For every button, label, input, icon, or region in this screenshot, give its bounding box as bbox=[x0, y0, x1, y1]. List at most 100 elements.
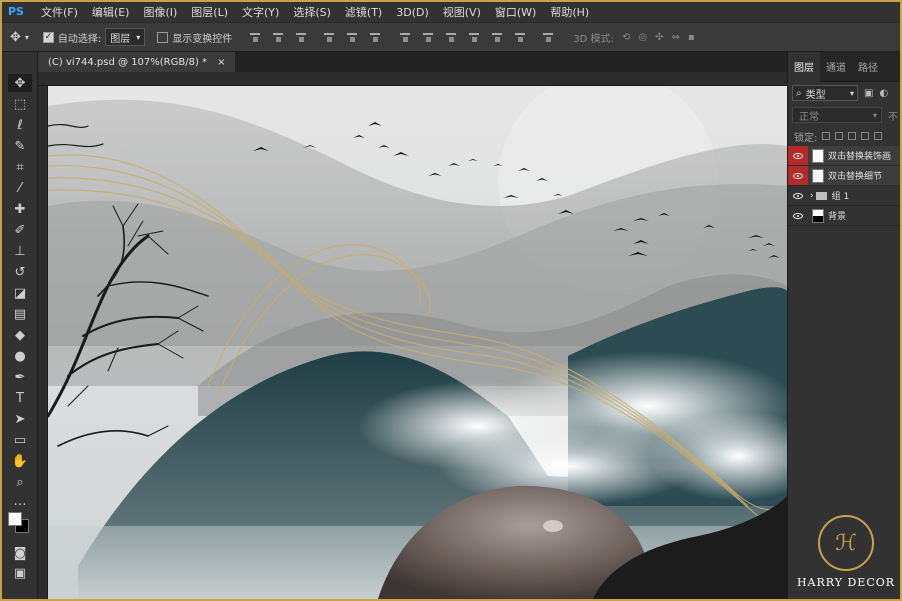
roll-3d-icon[interactable]: ◎ bbox=[638, 32, 647, 43]
layer-row[interactable]: › 组 1 bbox=[788, 186, 900, 206]
healing-brush-tool-icon[interactable]: ✚ bbox=[8, 200, 32, 218]
align-bottom-icon[interactable] bbox=[294, 31, 308, 43]
align-left-icon[interactable] bbox=[322, 31, 336, 43]
align-vcenter-icon[interactable] bbox=[271, 31, 285, 43]
auto-select-dropdown[interactable]: 图层 ▾ bbox=[105, 28, 146, 46]
visibility-toggle[interactable] bbox=[788, 166, 808, 185]
lock-row: 锁定: bbox=[788, 126, 900, 146]
show-transform-checkbox[interactable] bbox=[157, 31, 169, 43]
blend-mode-dropdown[interactable]: 正常 ▾ bbox=[792, 107, 882, 123]
lasso-tool-icon[interactable]: ℓ bbox=[8, 116, 32, 134]
layer-row[interactable]: 双击替换细节 bbox=[788, 166, 900, 186]
rectangle-tool-icon[interactable]: ▭ bbox=[8, 431, 32, 449]
align-top-icon[interactable] bbox=[248, 31, 262, 43]
folder-icon bbox=[815, 191, 827, 200]
search-icon: ⌕ bbox=[796, 87, 802, 99]
menu-edit[interactable]: 编辑(E) bbox=[85, 4, 137, 20]
orbit-3d-icon[interactable]: ⟲ bbox=[622, 32, 630, 43]
lock-all-icon[interactable] bbox=[874, 132, 883, 140]
menu-file[interactable]: 文件(F) bbox=[34, 4, 85, 20]
chevron-right-icon[interactable]: › bbox=[810, 191, 814, 201]
adjustment-filter-icon[interactable]: ◐ bbox=[879, 88, 888, 99]
screen-mode-icon[interactable]: ▣ bbox=[8, 564, 32, 582]
menu-window[interactable]: 窗口(W) bbox=[488, 4, 543, 20]
eye-icon bbox=[793, 172, 803, 179]
menu-type[interactable]: 文字(Y) bbox=[235, 4, 286, 20]
visibility-toggle[interactable] bbox=[788, 206, 808, 225]
lock-artboard-icon[interactable] bbox=[861, 132, 870, 140]
quick-select-tool-icon[interactable]: ✎ bbox=[8, 137, 32, 155]
menu-layer[interactable]: 图层(L) bbox=[184, 4, 235, 20]
type-tool-icon[interactable]: T bbox=[8, 389, 32, 407]
menu-filter[interactable]: 滤镜(T) bbox=[338, 4, 389, 20]
history-brush-tool-icon[interactable]: ↺ bbox=[8, 263, 32, 281]
brush-tool-icon[interactable]: ✐ bbox=[8, 221, 32, 239]
lock-position-icon[interactable] bbox=[848, 132, 857, 140]
lock-transparent-icon[interactable] bbox=[822, 132, 831, 140]
hand-tool-icon[interactable]: ✋ bbox=[8, 452, 32, 470]
dodge-tool-icon[interactable]: ● bbox=[8, 347, 32, 365]
close-icon[interactable]: × bbox=[217, 57, 225, 68]
layer-row[interactable]: 背景 bbox=[788, 206, 900, 226]
document-canvas[interactable] bbox=[48, 86, 787, 599]
clone-stamp-tool-icon[interactable]: ⊥ bbox=[8, 242, 32, 260]
distribute-vcenter-icon[interactable] bbox=[421, 31, 435, 43]
distribute-bottom-icon[interactable] bbox=[444, 31, 458, 43]
menu-view[interactable]: 视图(V) bbox=[436, 4, 488, 20]
pan-3d-icon[interactable]: ✣ bbox=[655, 32, 663, 43]
layer-name: 双击替换装饰画 bbox=[828, 152, 892, 162]
layer-thumbnail bbox=[812, 208, 824, 223]
blend-row: 正常 ▾ 不 bbox=[788, 104, 900, 126]
tools-panel: ✥ ⬚ ℓ ✎ ⌗ ⁄ ✚ ✐ ⊥ ↺ ◪ ▤ ◆ ● ✒ T ➤ ▭ ✋ ⌕ … bbox=[2, 52, 38, 599]
pen-tool-icon[interactable]: ✒ bbox=[8, 368, 32, 386]
scale-3d-icon[interactable]: ▪ bbox=[688, 32, 695, 43]
menu-help[interactable]: 帮助(H) bbox=[543, 4, 596, 20]
zoom-tool-icon[interactable]: ⌕ bbox=[8, 473, 32, 491]
eyedropper-tool-icon[interactable]: ⁄ bbox=[8, 179, 32, 197]
layer-row[interactable]: 双击替换装饰画 bbox=[788, 146, 900, 166]
marquee-tool-icon[interactable]: ⬚ bbox=[8, 95, 32, 113]
distribute-hcenter-icon[interactable] bbox=[490, 31, 504, 43]
lock-pixels-icon[interactable] bbox=[835, 132, 844, 140]
tool-preset-dropdown[interactable]: ▾ bbox=[25, 33, 29, 42]
tab-layers[interactable]: 图层 bbox=[788, 51, 820, 82]
path-select-tool-icon[interactable]: ➤ bbox=[8, 410, 32, 428]
auto-align-icon[interactable] bbox=[541, 31, 555, 43]
layer-filter-row: ⌕ 类型 ▾ ▣ ◐ bbox=[788, 82, 900, 104]
tab-channels[interactable]: 通道 bbox=[820, 52, 852, 82]
foreground-color-swatch[interactable] bbox=[8, 512, 22, 526]
slide-3d-icon[interactable]: ⇔ bbox=[671, 32, 679, 43]
show-transform-label: 显示变换控件 bbox=[172, 33, 233, 45]
menu-image[interactable]: 图像(I) bbox=[136, 4, 184, 20]
align-right-icon[interactable] bbox=[368, 31, 382, 43]
eye-icon bbox=[793, 212, 803, 219]
photoshop-window: PS 文件(F) 编辑(E) 图像(I) 图层(L) 文字(Y) 选择(S) 滤… bbox=[2, 2, 900, 599]
visibility-toggle[interactable] bbox=[788, 146, 808, 165]
blur-tool-icon[interactable]: ◆ bbox=[8, 326, 32, 344]
chevron-down-icon: ▾ bbox=[136, 32, 141, 42]
align-hcenter-icon[interactable] bbox=[345, 31, 359, 43]
menu-bar: PS 文件(F) 编辑(E) 图像(I) 图层(L) 文字(Y) 选择(S) 滤… bbox=[2, 2, 900, 22]
document-tab-bar: (C) vi744.psd @ 107%(RGB/8) * × bbox=[38, 52, 787, 72]
image-filter-icon[interactable]: ▣ bbox=[864, 88, 873, 99]
visibility-toggle[interactable] bbox=[788, 186, 808, 205]
lock-label: 锁定: bbox=[794, 132, 818, 144]
layer-filter-dropdown[interactable]: ⌕ 类型 ▾ bbox=[792, 85, 858, 101]
eraser-tool-icon[interactable]: ◪ bbox=[8, 284, 32, 302]
menu-3d[interactable]: 3D(D) bbox=[389, 6, 436, 19]
panel-tabs: 图层 通道 路径 bbox=[788, 51, 900, 82]
move-tool-icon[interactable]: ✥ bbox=[8, 74, 32, 92]
distribute-left-icon[interactable] bbox=[467, 31, 481, 43]
more-tools-icon[interactable]: … bbox=[8, 492, 32, 510]
crop-tool-icon[interactable]: ⌗ bbox=[8, 158, 32, 176]
distribute-top-icon[interactable] bbox=[398, 31, 412, 43]
gradient-tool-icon[interactable]: ▤ bbox=[8, 305, 32, 323]
tab-paths[interactable]: 路径 bbox=[852, 52, 884, 82]
document-tab[interactable]: (C) vi744.psd @ 107%(RGB/8) * × bbox=[38, 52, 236, 72]
auto-select-checkbox[interactable]: ✓ bbox=[42, 31, 54, 43]
move-tool-icon[interactable]: ✥ bbox=[10, 30, 21, 45]
quick-mask-icon[interactable]: ◙ bbox=[8, 544, 32, 562]
mode-3d-label: 3D 模式: bbox=[573, 33, 614, 45]
menu-select[interactable]: 选择(S) bbox=[286, 4, 338, 20]
distribute-right-icon[interactable] bbox=[513, 31, 527, 43]
